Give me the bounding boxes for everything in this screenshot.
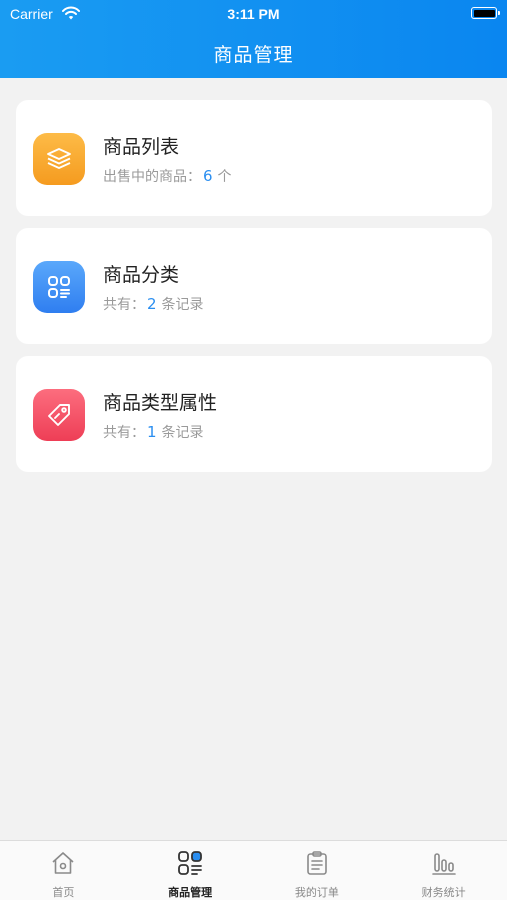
home-icon (50, 850, 76, 880)
card-subtitle: 共有： 2 条记录 (103, 294, 204, 314)
tab-bar: 首页 商品管理 我的订单 财务统计 (0, 840, 507, 900)
tab-product-management[interactable]: 商品管理 (127, 841, 254, 900)
card-subtitle-suffix: 条记录 (161, 297, 204, 313)
page-title: 商品管理 (213, 44, 294, 66)
card-subtitle-suffix: 条记录 (161, 425, 204, 441)
tab-label: 我的订单 (294, 886, 339, 899)
tab-my-orders[interactable]: 我的订单 (254, 841, 381, 900)
category-grid-icon (33, 261, 85, 313)
card-product-category[interactable]: 商品分类 共有： 2 条记录 (16, 228, 492, 344)
card-subtitle-prefix: 出售中的商品： (103, 169, 201, 185)
navigation-header: Carrier 3:11 PM 商品管理 (0, 0, 507, 78)
card-subtitle: 共有： 1 条记录 (103, 422, 204, 442)
card-title: 商品分类 (103, 264, 180, 286)
tab-label: 首页 (52, 886, 75, 899)
tab-home[interactable]: 首页 (0, 841, 127, 900)
card-title: 商品列表 (103, 136, 180, 158)
bar-chart-icon (431, 850, 457, 880)
card-subtitle-prefix: 共有： (103, 425, 145, 441)
card-count: 6 (203, 167, 213, 185)
tab-label: 商品管理 (168, 886, 213, 899)
card-subtitle-suffix: 个 (217, 169, 232, 185)
card-title: 商品类型属性 (103, 392, 218, 414)
battery-icon (471, 7, 500, 19)
card-product-list[interactable]: 商品列表 出售中的商品： 6 个 (16, 100, 492, 216)
category-grid-icon (177, 850, 203, 880)
tab-label: 财务统计 (421, 886, 466, 899)
layers-icon (33, 133, 85, 185)
card-subtitle-prefix: 共有： (103, 297, 145, 313)
card-count: 1 (147, 423, 157, 441)
status-time: 3:11 PM (227, 6, 280, 22)
status-bar: Carrier 3:11 PM (0, 0, 507, 28)
clipboard-icon (304, 850, 330, 880)
card-count: 2 (147, 295, 157, 313)
tab-financial-statistics[interactable]: 财务统计 (380, 841, 507, 900)
price-tag-icon (33, 389, 85, 441)
card-subtitle: 出售中的商品： 6 个 (103, 166, 232, 186)
card-product-type-attributes[interactable]: 商品类型属性 共有： 1 条记录 (16, 356, 492, 472)
